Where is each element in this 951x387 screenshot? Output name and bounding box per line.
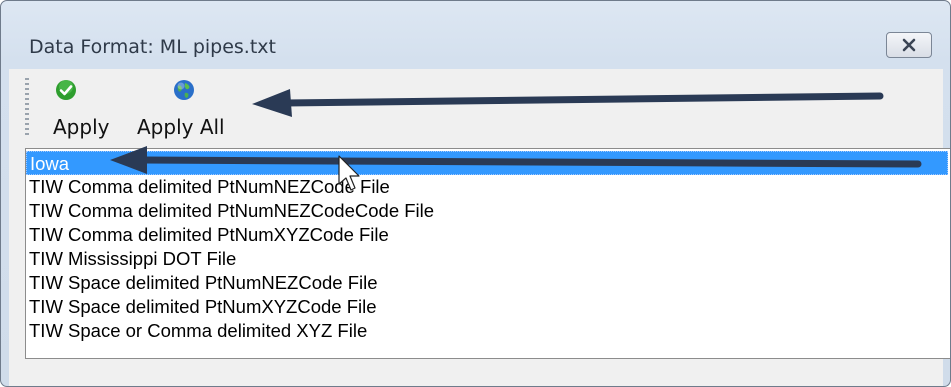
annotation-arrow-toolbar [252,89,884,117]
annotation-overlay [110,89,922,191]
annotation-arrow-list [110,146,922,174]
